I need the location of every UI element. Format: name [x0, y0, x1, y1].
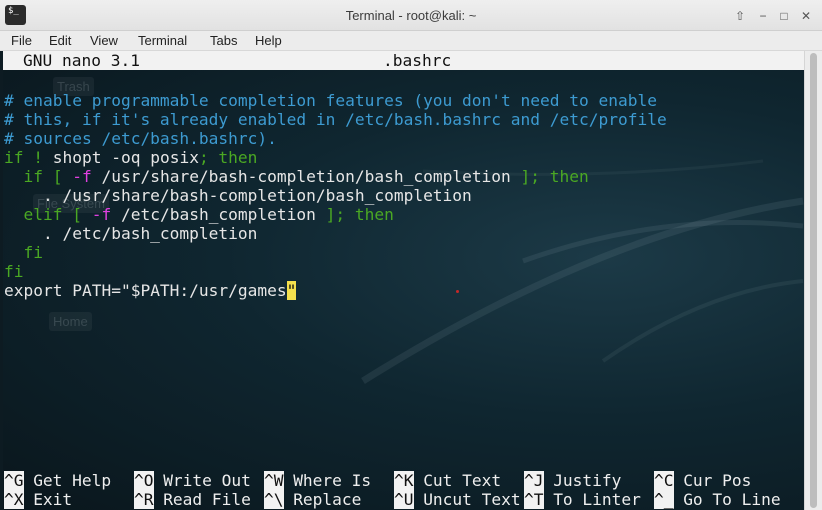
- code-line-1: # enable programmable completion feature…: [4, 91, 657, 110]
- nano-version: GNU nano 3.1: [23, 51, 140, 70]
- shortcut-read-file[interactable]: ^R Read File: [134, 490, 251, 509]
- menu-view[interactable]: View: [90, 33, 118, 48]
- maximize-window-icon[interactable]: □: [776, 8, 792, 24]
- code-line-5: if [ -f /usr/share/bash-completion/bash_…: [4, 167, 589, 186]
- menu-help[interactable]: Help: [255, 33, 282, 48]
- shortcut-where-is[interactable]: ^W Where Is: [264, 471, 371, 490]
- shortcut-cur-pos[interactable]: ^C Cur Pos: [654, 471, 751, 490]
- window-title: Terminal - root@kali: ~: [345, 8, 477, 23]
- code-line-4: if ! shopt -oq posix; then: [4, 148, 258, 167]
- shortcut-go-to-line[interactable]: ^_ Go To Line: [654, 490, 781, 509]
- scrollbar-thumb[interactable]: [810, 53, 817, 508]
- shade-window-icon[interactable]: ⇧: [732, 8, 748, 24]
- menu-bar: File Edit View Terminal Tabs Help: [0, 31, 822, 51]
- minimize-window-icon[interactable]: −: [755, 8, 771, 24]
- code-line-9: fi: [4, 243, 43, 262]
- shortcut-uncut-text[interactable]: ^U Uncut Text: [394, 490, 521, 509]
- menu-file[interactable]: File: [11, 33, 32, 48]
- code-line-10: fi: [4, 262, 24, 281]
- shortcut-write-out[interactable]: ^O Write Out: [134, 471, 251, 490]
- shortcut-replace[interactable]: ^\ Replace: [264, 490, 361, 509]
- code-line-11: export PATH="$PATH:/usr/games": [4, 281, 297, 300]
- shortcut-to-linter[interactable]: ^T To Linter: [524, 490, 641, 509]
- code-line-7: elif [ -f /etc/bash_completion ]; then: [4, 205, 394, 224]
- code-line-6: . /usr/share/bash-completion/bash_comple…: [4, 186, 472, 205]
- desktop-icon-home: Home: [49, 312, 92, 331]
- nano-filename: .bashrc: [383, 51, 452, 70]
- shortcut-exit[interactable]: ^X Exit: [4, 490, 72, 509]
- shortcut-get-help[interactable]: ^G Get Help: [4, 471, 111, 490]
- close-window-icon[interactable]: ✕: [798, 8, 814, 24]
- terminal-area[interactable]: Trash File System Home GNU nano 3.1 .bash…: [3, 51, 804, 510]
- menu-terminal[interactable]: Terminal: [138, 33, 187, 48]
- text-cursor: ": [286, 281, 297, 300]
- window-titlebar[interactable]: $_ Terminal - root@kali: ~ ⇧ − □ ✕: [0, 0, 822, 31]
- code-line-8: . /etc/bash_completion: [4, 224, 258, 243]
- code-line-3: # sources /etc/bash.bashrc).: [4, 129, 277, 148]
- menu-tabs[interactable]: Tabs: [210, 33, 237, 48]
- mouse-pointer-dot: [456, 290, 459, 293]
- shortcut-cut-text[interactable]: ^K Cut Text: [394, 471, 501, 490]
- nano-header: GNU nano 3.1 .bashrc: [3, 51, 804, 70]
- menu-edit[interactable]: Edit: [49, 33, 71, 48]
- code-line-2: # this, if it's already enabled in /etc/…: [4, 110, 667, 129]
- terminal-scrollbar[interactable]: [804, 51, 822, 510]
- shortcut-justify[interactable]: ^J Justify: [524, 471, 621, 490]
